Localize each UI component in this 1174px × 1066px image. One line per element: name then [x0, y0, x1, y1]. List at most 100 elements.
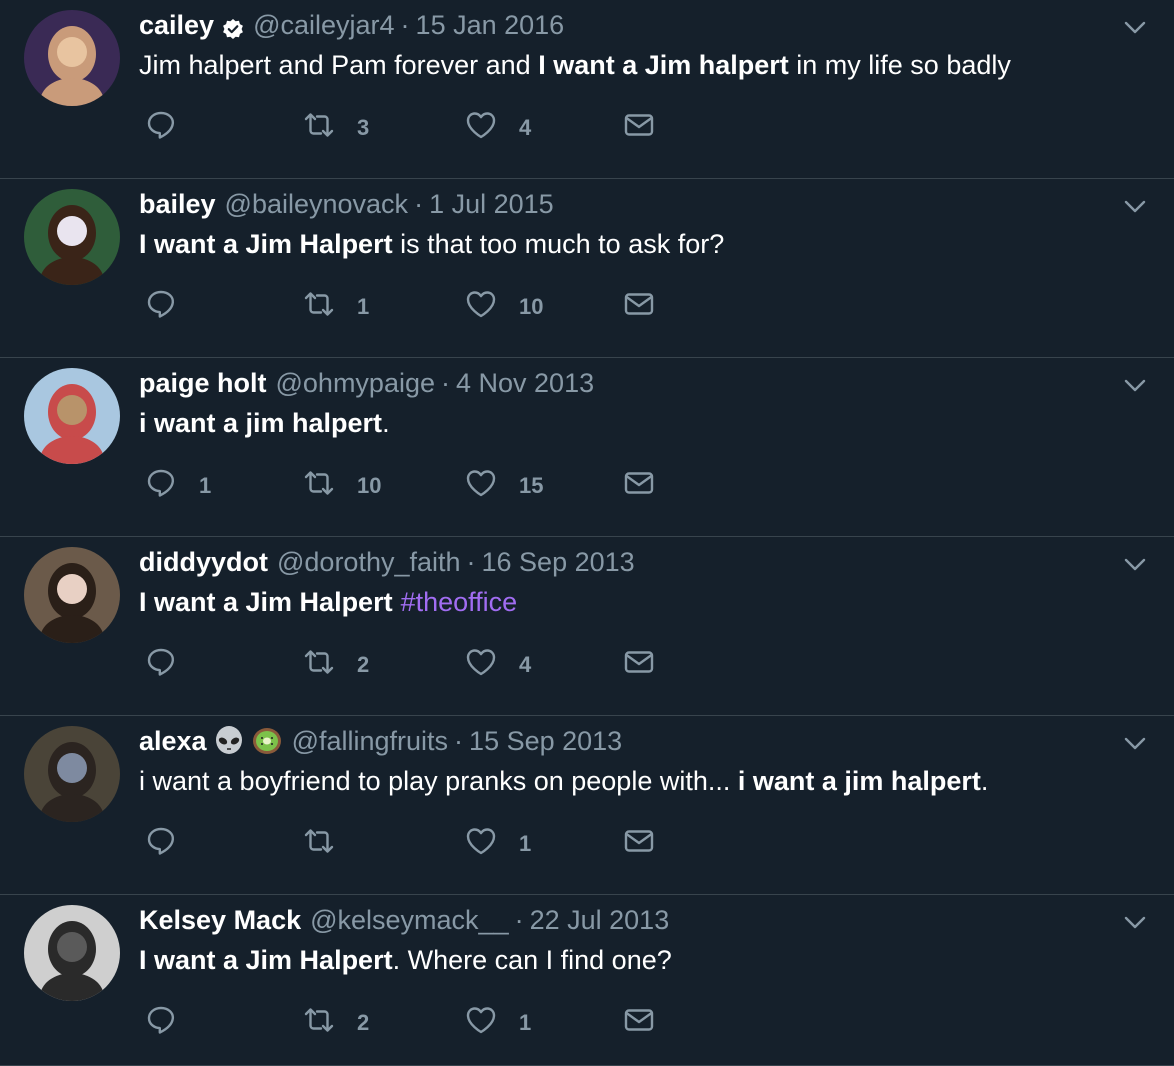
chevron-down-icon[interactable] [1122, 730, 1148, 756]
heart-icon [465, 825, 497, 863]
heart-icon [465, 467, 497, 505]
heart-icon [465, 1004, 497, 1042]
retweets-count: 2 [357, 652, 370, 677]
tweet-text: I want a Jim Halpert #theoffice [139, 585, 517, 619]
envelope-icon [623, 467, 655, 505]
heart-icon [465, 109, 497, 147]
like-button[interactable]: 4 [465, 645, 531, 685]
retweets-count: 1 [357, 294, 370, 319]
retweets-count: 10 [357, 473, 382, 498]
tweet-text-segment: in my life so badly [788, 50, 1011, 80]
tweet-date[interactable]: 1 Jul 2015 [429, 187, 554, 221]
like-button[interactable]: 1 [465, 1003, 531, 1043]
tweet[interactable]: diddyydot @dorothy_faith · 16 Sep 2013 I wan… [0, 537, 1174, 716]
retweet-button[interactable]: 1 [303, 287, 369, 327]
chevron-down-icon[interactable] [1122, 193, 1148, 219]
retweet-button[interactable] [303, 824, 357, 864]
tweet-text: i want a jim halpert. [139, 406, 390, 440]
user-name[interactable]: Kelsey Mack [139, 903, 301, 937]
reply-button[interactable] [145, 108, 199, 148]
tweet[interactable]: paige holt @ohmypaige · 4 Nov 2013 i want a … [0, 358, 1174, 537]
likes-count: 4 [519, 115, 532, 140]
likes-count: 4 [519, 652, 532, 677]
user-name[interactable]: diddyydot [139, 545, 268, 579]
reply-icon [145, 646, 177, 684]
avatar[interactable] [24, 905, 120, 1001]
tweet-date[interactable]: 4 Nov 2013 [456, 366, 594, 400]
tweet-header: Kelsey Mack @kelseymack__ · 22 Jul 2013 [139, 903, 669, 937]
tweet-header: alexa @fallingfruits · 15 Sep 2013 [139, 724, 622, 758]
like-button[interactable]: 1 [465, 824, 531, 864]
reply-button[interactable] [145, 645, 199, 685]
direct-message-button[interactable] [623, 287, 655, 327]
chevron-down-icon[interactable] [1122, 372, 1148, 398]
chevron-down-icon[interactable] [1122, 551, 1148, 577]
direct-message-button[interactable] [623, 645, 655, 685]
user-handle[interactable]: @dorothy_faith [277, 545, 461, 579]
tweet-date[interactable]: 15 Jan 2016 [416, 8, 565, 42]
tweet[interactable]: alexa @fallingfruits · 15 Sep 2013 i want a … [0, 716, 1174, 895]
reply-button[interactable] [145, 287, 199, 327]
reply-button[interactable]: 1 [145, 466, 211, 506]
reply-button[interactable] [145, 824, 199, 864]
retweet-button[interactable]: 10 [303, 466, 381, 506]
retweet-button[interactable]: 3 [303, 108, 369, 148]
user-handle[interactable]: @caileyjar4 [253, 8, 394, 42]
alien-emoji [213, 725, 245, 757]
chevron-down-icon[interactable] [1122, 14, 1148, 40]
separator-dot: · [466, 547, 476, 577]
user-name[interactable]: cailey [139, 8, 214, 42]
user-handle[interactable]: @fallingfruits [292, 724, 448, 758]
retweet-button[interactable]: 2 [303, 645, 369, 685]
hashtag-link[interactable]: #theoffice [401, 587, 518, 617]
user-name[interactable]: bailey [139, 187, 216, 221]
heart-icon [465, 646, 497, 684]
user-name[interactable]: alexa [139, 724, 207, 758]
avatar[interactable] [24, 10, 120, 106]
direct-message-button[interactable] [623, 1003, 655, 1043]
reply-icon [145, 1004, 177, 1042]
like-button[interactable]: 4 [465, 108, 531, 148]
retweets-count: 3 [357, 115, 370, 140]
tweet-actions: 1 [145, 824, 685, 864]
tweet-text-bold: i want a jim halpert [737, 766, 981, 796]
tweet[interactable]: Kelsey Mack @kelseymack__ · 22 Jul 2013 I wa… [0, 895, 1174, 1066]
reply-button[interactable] [145, 1003, 199, 1043]
user-handle[interactable]: @ohmypaige [276, 366, 436, 400]
reply-icon [145, 825, 177, 863]
verified-badge-icon [222, 14, 244, 39]
likes-count: 15 [519, 473, 544, 498]
user-handle[interactable]: @baileynovack [225, 187, 409, 221]
reply-icon [145, 467, 177, 505]
direct-message-button[interactable] [623, 824, 655, 864]
direct-message-button[interactable] [623, 466, 655, 506]
avatar[interactable] [24, 547, 120, 643]
tweet-text: i want a boyfriend to play pranks on peo… [139, 764, 988, 798]
tweet-date[interactable]: 15 Sep 2013 [469, 724, 622, 758]
tweet-header: diddyydot @dorothy_faith · 16 Sep 2013 [139, 545, 635, 579]
tweet-text-segment: . [382, 408, 390, 438]
user-name[interactable]: paige holt [139, 366, 267, 400]
tweet-date[interactable]: 22 Jul 2013 [530, 903, 670, 937]
avatar[interactable] [24, 189, 120, 285]
tweet[interactable]: cailey @caileyjar4 · 15 Jan 2016 Jim halpert… [0, 0, 1174, 179]
like-button[interactable]: 15 [465, 466, 543, 506]
envelope-icon [623, 288, 655, 326]
tweet-text-segment: i want a boyfriend to play pranks on peo… [139, 766, 738, 796]
user-handle[interactable]: @kelseymack__ [310, 903, 508, 937]
tweet-feed: cailey @caileyjar4 · 15 Jan 2016 Jim halpert… [0, 0, 1174, 1066]
retweet-button[interactable]: 2 [303, 1003, 369, 1043]
tweet-actions: 1 10 [145, 287, 685, 327]
envelope-icon [623, 109, 655, 147]
retweet-icon [303, 825, 335, 863]
avatar[interactable] [24, 726, 120, 822]
tweet-date[interactable]: 16 Sep 2013 [482, 545, 635, 579]
chevron-down-icon[interactable] [1122, 909, 1148, 935]
reply-icon [145, 288, 177, 326]
retweet-icon [303, 1004, 335, 1042]
tweet[interactable]: bailey @baileynovack · 1 Jul 2015 I want a J… [0, 179, 1174, 358]
avatar[interactable] [24, 368, 120, 464]
tweet-text-segment: is that too much to ask for? [392, 229, 725, 259]
direct-message-button[interactable] [623, 108, 655, 148]
like-button[interactable]: 10 [465, 287, 543, 327]
